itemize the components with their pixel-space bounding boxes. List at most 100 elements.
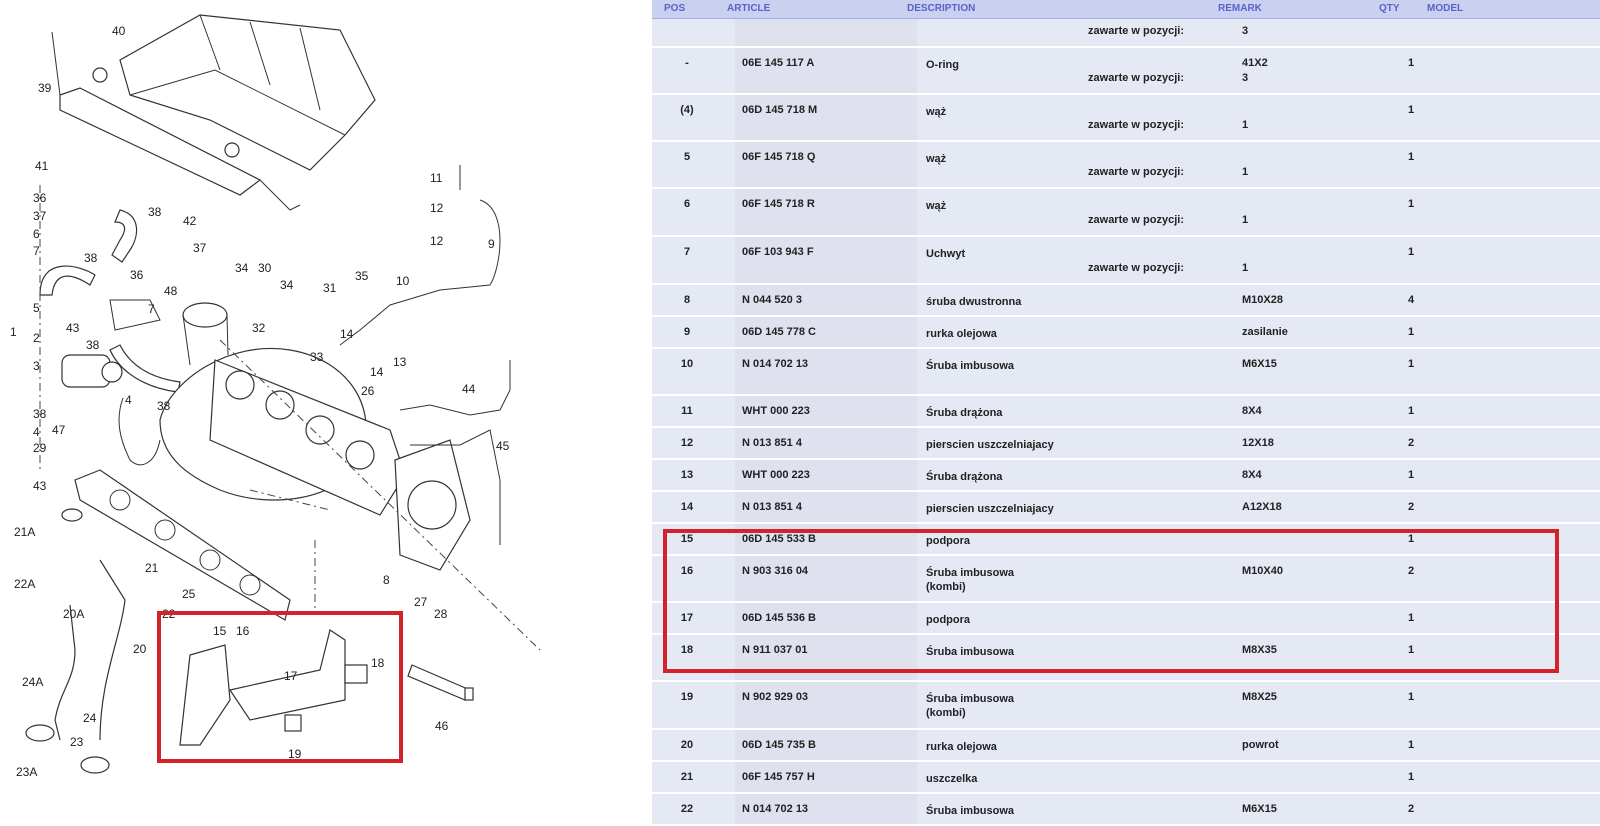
- svg-text:6: 6: [33, 227, 40, 241]
- cell-description: rurka olejowa: [926, 328, 997, 340]
- svg-text:20A: 20A: [63, 607, 84, 621]
- table-row[interactable]: 14 N 013 851 4 pierscien uszczelniajacy A12…: [652, 492, 1600, 524]
- svg-text:23A: 23A: [16, 765, 37, 779]
- cell-pos: 9: [683, 326, 691, 338]
- cell-pos: 14: [680, 501, 694, 513]
- svg-text:33: 33: [310, 350, 324, 364]
- table-row[interactable]: 10 N 014 702 13 Śruba imbusowa M6X15 1: [652, 349, 1600, 396]
- cell-description: wąż: [926, 106, 947, 118]
- header-description[interactable]: DESCRIPTION: [907, 3, 975, 14]
- svg-text:43: 43: [66, 321, 80, 335]
- svg-text:35: 35: [355, 269, 369, 283]
- cell-description: pierscien uszczelniajacy: [926, 503, 1054, 515]
- svg-text:27: 27: [414, 595, 428, 609]
- svg-text:3: 3: [33, 359, 40, 373]
- cell-pos: 12: [680, 437, 694, 449]
- cell-included-label: zawarte w pozycji:: [1088, 166, 1184, 178]
- cell-qty: 1: [1408, 691, 1415, 703]
- header-remark[interactable]: REMARK: [1218, 3, 1262, 14]
- svg-text:26: 26: [361, 384, 375, 398]
- svg-text:44: 44: [462, 382, 476, 396]
- svg-text:41: 41: [35, 159, 49, 173]
- cell-remark: A12X18: [1242, 501, 1282, 513]
- cell-description: O-ring: [926, 59, 959, 71]
- table-row[interactable]: 20 06D 145 735 B rurka olejowa powrot 1: [652, 730, 1600, 762]
- svg-text:28: 28: [434, 607, 448, 621]
- svg-text:37: 37: [33, 209, 47, 223]
- svg-text:12: 12: [430, 234, 444, 248]
- svg-text:40: 40: [112, 24, 126, 38]
- svg-text:29: 29: [33, 441, 47, 455]
- table-row[interactable]: 6 06F 145 718 R wąż 1 zawarte w pozycji: 1: [652, 189, 1600, 237]
- table-row[interactable]: 21 06F 145 757 H uszczelka 1: [652, 762, 1600, 794]
- cell-description: pierscien uszczelniajacy: [926, 439, 1054, 451]
- cell-description-line2: (kombi): [926, 707, 966, 719]
- cell-remark: M6X15: [1242, 358, 1277, 370]
- table-row[interactable]: 8 N 044 520 3 śruba dwustronna M10X28 4: [652, 285, 1600, 317]
- table-row[interactable]: 12 N 013 851 4 pierscien uszczelniajacy 12X…: [652, 428, 1600, 460]
- cell-remark: M6X15: [1242, 803, 1277, 815]
- svg-text:7: 7: [148, 302, 155, 316]
- svg-text:37: 37: [193, 241, 207, 255]
- cell-qty: 2: [1408, 501, 1415, 513]
- svg-text:2: 2: [33, 331, 40, 345]
- cell-article: WHT 000 223: [742, 469, 810, 481]
- cell-qty: 1: [1408, 358, 1415, 370]
- cell-included-value: 1: [1242, 119, 1249, 131]
- cell-article: 06F 145 757 H: [742, 771, 815, 783]
- svg-text:38: 38: [148, 205, 162, 219]
- header-model[interactable]: MODEL: [1427, 3, 1463, 14]
- cell-description: Śruba imbusowa: [926, 805, 1015, 817]
- cell-included-label: zawarte w pozycji:: [1088, 262, 1184, 274]
- svg-text:25: 25: [182, 587, 196, 601]
- table-row[interactable]: - 06E 145 117 A O-ring 41X2 1 zawarte w pozyc…: [652, 48, 1600, 95]
- cell-article: 06E 145 117 A: [742, 57, 815, 69]
- table-row[interactable]: (4) 06D 145 718 M wąż 1 zawarte w pozycji: 1: [652, 95, 1600, 142]
- table-highlight-box: [663, 529, 1559, 673]
- table-row[interactable]: 13 WHT 000 223 Śruba drążona 8X4 1: [652, 460, 1600, 492]
- cell-remark: 8X4: [1242, 405, 1262, 417]
- cell-qty: 1: [1408, 104, 1415, 116]
- table-row[interactable]: 11 WHT 000 223 Śruba drążona 8X4 1: [652, 396, 1600, 428]
- cell-remark: powrot: [1242, 739, 1279, 751]
- cell-included-label: zawarte w pozycji:: [1088, 25, 1184, 37]
- cell-pos: 8: [683, 294, 691, 306]
- header-qty[interactable]: QTY: [1379, 3, 1400, 14]
- svg-text:21: 21: [145, 561, 159, 575]
- cell-qty: 1: [1408, 405, 1415, 417]
- svg-text:38: 38: [86, 338, 100, 352]
- cell-pos: 5: [683, 151, 691, 163]
- cell-included-label: zawarte w pozycji:: [1088, 214, 1184, 226]
- table-row[interactable]: 7 06F 103 943 F Uchwyt 1 zawarte w pozycji: 1: [652, 237, 1600, 285]
- cell-description: śruba dwustronna: [926, 296, 1022, 308]
- cell-remark: 41X2: [1242, 57, 1268, 69]
- svg-text:8: 8: [383, 573, 390, 587]
- cell-qty: 1: [1408, 246, 1415, 258]
- cell-pos: 20: [680, 739, 694, 751]
- cell-pos: 21: [680, 771, 694, 783]
- parts-table: zawarte w pozycji: 3 - 06E 145 117 A O-ring 4…: [652, 0, 1600, 826]
- cell-qty: 1: [1408, 469, 1415, 481]
- cell-description: wąż: [926, 200, 947, 212]
- cell-qty: 1: [1408, 739, 1415, 751]
- svg-text:9: 9: [488, 237, 495, 251]
- svg-text:42: 42: [183, 214, 197, 228]
- svg-text:22A: 22A: [14, 577, 35, 591]
- cell-article: N 044 520 3: [742, 294, 802, 306]
- svg-text:23: 23: [70, 735, 84, 749]
- header-article[interactable]: ARTICLE: [727, 3, 770, 14]
- cell-qty: 1: [1408, 771, 1415, 783]
- diagram-highlight-box: [157, 611, 403, 763]
- table-row[interactable]: 19 N 902 929 03 Śruba imbusowa (kombi) M8X25…: [652, 682, 1600, 730]
- header-pos[interactable]: POS: [664, 3, 685, 14]
- table-row[interactable]: 9 06D 145 778 C rurka olejowa zasilanie 1: [652, 317, 1600, 349]
- svg-text:39: 39: [38, 81, 52, 95]
- cell-article: N 902 929 03: [742, 691, 809, 703]
- cell-description: uszczelka: [926, 773, 978, 785]
- svg-text:14: 14: [340, 327, 354, 341]
- table-row[interactable]: 22 N 014 702 13 Śruba imbusowa M6X15 2: [652, 794, 1600, 826]
- svg-text:34: 34: [280, 278, 294, 292]
- svg-text:38: 38: [84, 251, 98, 265]
- table-row[interactable]: 5 06F 145 718 Q wąż 1 zawarte w pozycji: 1: [652, 142, 1600, 189]
- svg-text:38: 38: [33, 407, 47, 421]
